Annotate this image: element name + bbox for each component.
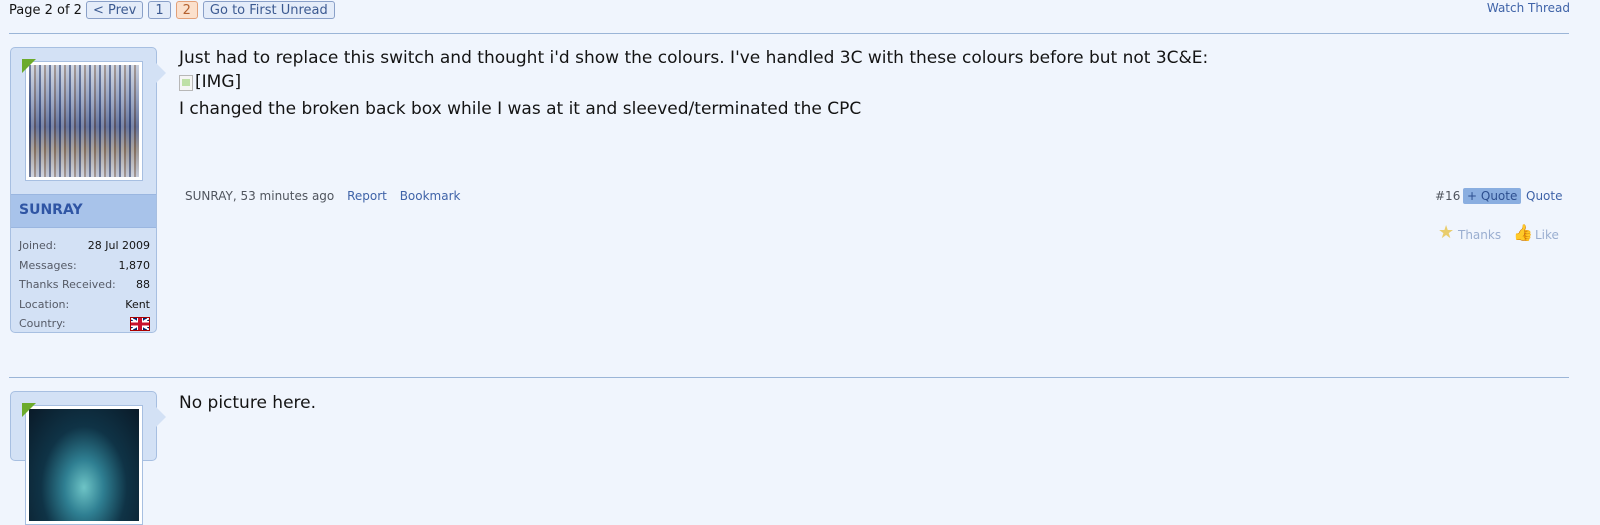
avatar[interactable] — [25, 61, 143, 181]
user-stats: Joined: 28 Jul 2009 Messages: 1,870 Than… — [19, 236, 150, 334]
panel-pointer — [156, 407, 166, 427]
stat-joined: Joined: 28 Jul 2009 — [19, 236, 150, 256]
post-message: No picture here. — [179, 391, 316, 415]
quote-link[interactable]: Quote — [1526, 189, 1562, 203]
thumbs-up-icon: 👍 — [1513, 223, 1533, 242]
post-message: Just had to replace this switch and thou… — [179, 46, 1208, 121]
page-2-button[interactable]: 2 — [175, 1, 198, 19]
image-alt-text: [IMG] — [195, 72, 242, 92]
panel-pointer — [156, 63, 166, 83]
broken-image-icon — [179, 75, 193, 91]
prev-page-button[interactable]: < Prev — [85, 1, 144, 19]
stat-thanks-received: Thanks Received: 88 — [19, 275, 150, 295]
stat-label: Messages: — [19, 258, 77, 272]
stat-label: Country: — [19, 317, 66, 331]
post-image[interactable]: [IMG] — [179, 70, 241, 94]
stat-label: Location: — [19, 297, 70, 311]
username-bar: SUNRAY — [11, 194, 156, 228]
stat-country: Country: — [19, 314, 150, 334]
message-text-line2: I changed the broken back box while I wa… — [179, 99, 862, 119]
pagination-bar: Page 2 of 2 < Prev 1 2 Go to First Unrea… — [9, 0, 340, 20]
thanks-button[interactable]: ★ Thanks — [1438, 222, 1502, 243]
avatar-image — [29, 65, 139, 177]
stat-value[interactable]: 1,870 — [119, 259, 151, 272]
stat-value[interactable]: Kent — [125, 298, 150, 311]
stat-label: Thanks Received: — [19, 278, 116, 292]
avatar[interactable] — [25, 405, 143, 525]
stat-label: Joined: — [19, 239, 57, 253]
bookmark-link[interactable]: Bookmark — [400, 189, 461, 203]
message-text: No picture here. — [179, 393, 317, 413]
go-to-first-unread-button[interactable]: Go to First Unread — [202, 1, 335, 19]
post-divider — [9, 33, 1569, 34]
multi-quote-button[interactable]: + Quote — [1463, 188, 1522, 204]
post-meta: SUNRAY, 53 minutes ago Report Bookmark — [185, 189, 460, 203]
stat-value: 88 — [136, 278, 150, 292]
page-1-button[interactable]: 1 — [148, 1, 171, 19]
user-info-panel: SUNRAY Joined: 28 Jul 2009 Messages: 1,8… — [10, 47, 166, 334]
online-indicator-icon — [22, 59, 36, 73]
stat-location: Location: Kent — [19, 295, 150, 315]
post-number-link[interactable]: #16 — [1435, 189, 1460, 203]
page-indicator: Page 2 of 2 — [9, 2, 82, 18]
stat-messages: Messages: 1,870 — [19, 256, 150, 276]
message-text-line1: Just had to replace this switch and thou… — [179, 48, 1209, 68]
stat-value: 28 Jul 2009 — [87, 239, 150, 253]
author-time[interactable]: SUNRAY, 53 minutes ago — [185, 189, 334, 203]
avatar-image — [29, 409, 139, 521]
report-link[interactable]: Report — [347, 189, 387, 203]
star-icon: ★ — [1438, 222, 1455, 243]
post-divider — [9, 377, 1569, 378]
watch-thread-link[interactable]: Watch Thread — [1487, 1, 1570, 15]
username-link[interactable]: SUNRAY — [19, 202, 83, 218]
uk-flag-icon — [130, 316, 150, 331]
user-info-panel — [10, 391, 166, 525]
like-label: Like — [1535, 228, 1559, 242]
thanks-label: Thanks — [1458, 228, 1502, 242]
online-indicator-icon — [22, 403, 36, 417]
like-button[interactable]: 👍 Like — [1513, 223, 1559, 243]
